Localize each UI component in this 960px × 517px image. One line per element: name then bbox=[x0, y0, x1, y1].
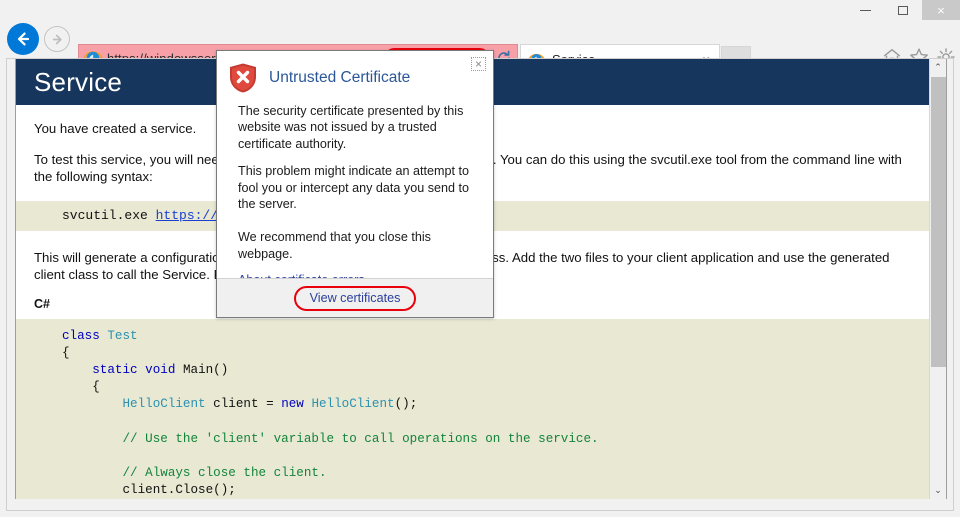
dialog-body: The security certificate presented by th… bbox=[217, 94, 493, 289]
back-arrow-icon bbox=[17, 32, 30, 46]
window-controls: × bbox=[846, 0, 960, 20]
sample-code-block: class Test { static void Main() { HelloC… bbox=[16, 319, 930, 499]
dialog-paragraph-3: We recommend that you close this webpage… bbox=[238, 230, 431, 261]
back-button[interactable] bbox=[7, 23, 39, 55]
minimize-button[interactable] bbox=[846, 0, 884, 20]
title-bar: × bbox=[0, 0, 960, 20]
dialog-header: Untrusted Certificate bbox=[217, 51, 493, 94]
vertical-scrollbar[interactable]: ⌃ ⌄ bbox=[929, 59, 946, 499]
forward-arrow-icon bbox=[52, 34, 62, 44]
scroll-down-button[interactable]: ⌄ bbox=[930, 482, 946, 499]
error-shield-icon bbox=[230, 63, 256, 93]
maximize-button[interactable] bbox=[884, 0, 922, 20]
scrollbar-thumb[interactable] bbox=[931, 77, 946, 367]
dialog-close-button[interactable]: × bbox=[471, 57, 486, 71]
view-certificates-button[interactable]: View certificates bbox=[293, 285, 417, 311]
dialog-paragraph-1: The security certificate presented by th… bbox=[238, 104, 464, 151]
close-window-button[interactable]: × bbox=[922, 0, 960, 20]
browser-window: × https://windowsserver12/E bbox=[0, 0, 960, 517]
command-prefix: svcutil.exe bbox=[62, 208, 156, 223]
page-title: Service bbox=[34, 66, 123, 97]
dialog-footer: View certificates bbox=[217, 278, 493, 317]
scroll-up-button[interactable]: ⌃ bbox=[930, 59, 946, 76]
sample-code: class Test { static void Main() { HelloC… bbox=[62, 329, 599, 497]
dialog-title: Untrusted Certificate bbox=[269, 69, 411, 86]
forward-button[interactable] bbox=[44, 26, 70, 52]
untrusted-certificate-dialog: × Untrusted Certificate The security cer… bbox=[216, 50, 494, 318]
dialog-paragraph-2: This problem might indicate an attempt t… bbox=[238, 164, 470, 212]
